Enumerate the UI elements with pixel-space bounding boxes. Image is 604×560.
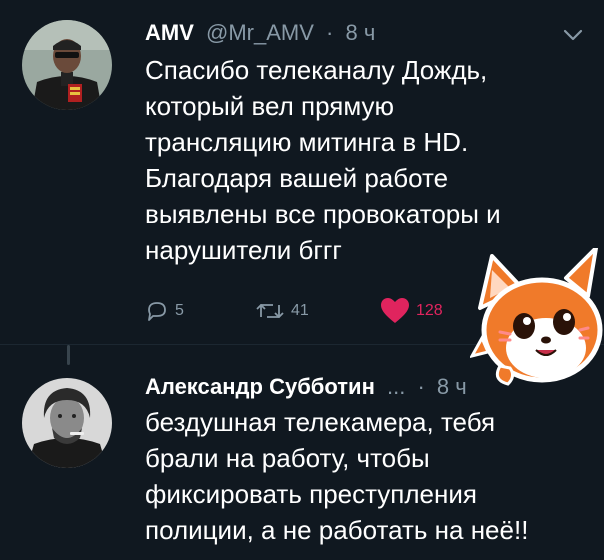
avatar[interactable] xyxy=(22,20,112,110)
tweet-text-line: полиции, а не работать на неё!! xyxy=(145,515,529,545)
avatar-image xyxy=(22,378,112,468)
separator-dot: · xyxy=(326,20,334,45)
fox-sticker xyxy=(470,248,603,386)
tweet-text-line: трансляцию митинга в HD. xyxy=(145,127,469,157)
like-count: 128 xyxy=(416,302,443,319)
tweet-text-line: брали на работу, чтобы xyxy=(145,443,430,473)
reply-button[interactable]: 5 xyxy=(145,296,184,326)
tweet-header: Александр Субботин ... · 8 ч xyxy=(145,374,467,400)
like-button[interactable]: 128 xyxy=(380,296,443,326)
thread-connector xyxy=(67,345,70,365)
retweet-count: 41 xyxy=(291,302,309,319)
timestamp[interactable]: 8 ч xyxy=(346,20,376,45)
timestamp[interactable]: 8 ч xyxy=(437,374,467,399)
tweet-text-line: выявлены все провокаторы и xyxy=(145,199,501,229)
tweet-text: Спасибо телеканалу Дождь, который вел пр… xyxy=(145,52,575,268)
separator-dot: · xyxy=(417,374,425,399)
avatar-image xyxy=(22,20,112,110)
tweet-text-line: который вел прямую xyxy=(145,91,395,121)
retweet-icon xyxy=(256,304,284,318)
tweet-text-line: Спасибо телеканалу Дождь, xyxy=(145,55,488,85)
tweet-text-line: Благодаря вашей работе xyxy=(145,163,449,193)
tweet-header: AMV @Mr_AMV · 8 ч xyxy=(145,20,375,46)
tweet-text: бездушная телекамера, тебя брали на рабо… xyxy=(145,404,575,548)
reply-count: 5 xyxy=(175,302,184,319)
retweet-button[interactable]: 41 xyxy=(255,296,309,326)
author-handle-truncated[interactable]: ... xyxy=(387,374,405,399)
avatar[interactable] xyxy=(22,378,112,468)
heart-icon xyxy=(381,298,409,323)
author-name[interactable]: AMV xyxy=(145,20,194,45)
timeline: AMV @Mr_AMV · 8 ч Спасибо телеканалу Дож… xyxy=(0,0,604,560)
author-name[interactable]: Александр Субботин xyxy=(145,374,375,399)
chevron-down-icon[interactable] xyxy=(562,28,584,42)
author-handle[interactable]: @Mr_AMV xyxy=(206,20,314,45)
tweet-text-line: бездушная телекамера, тебя xyxy=(145,407,496,437)
tweet-text-line: фиксировать преступления xyxy=(145,479,477,509)
reply-icon xyxy=(148,302,166,321)
